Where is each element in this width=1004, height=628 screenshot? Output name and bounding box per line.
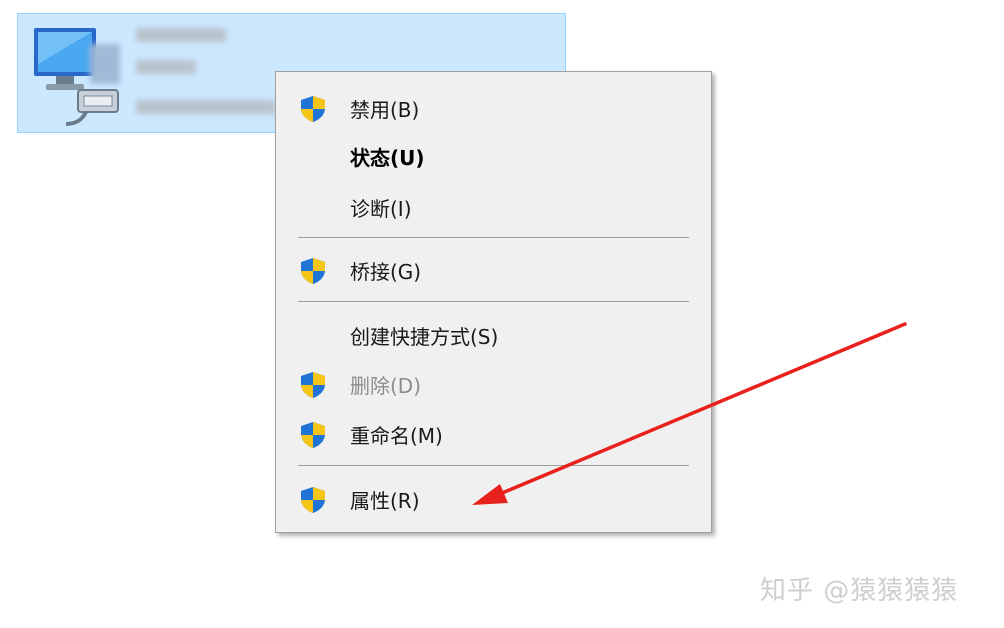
annotation-arrow-icon <box>472 322 907 505</box>
watermark: 知乎 @猿猿猿猿 <box>760 576 959 606</box>
